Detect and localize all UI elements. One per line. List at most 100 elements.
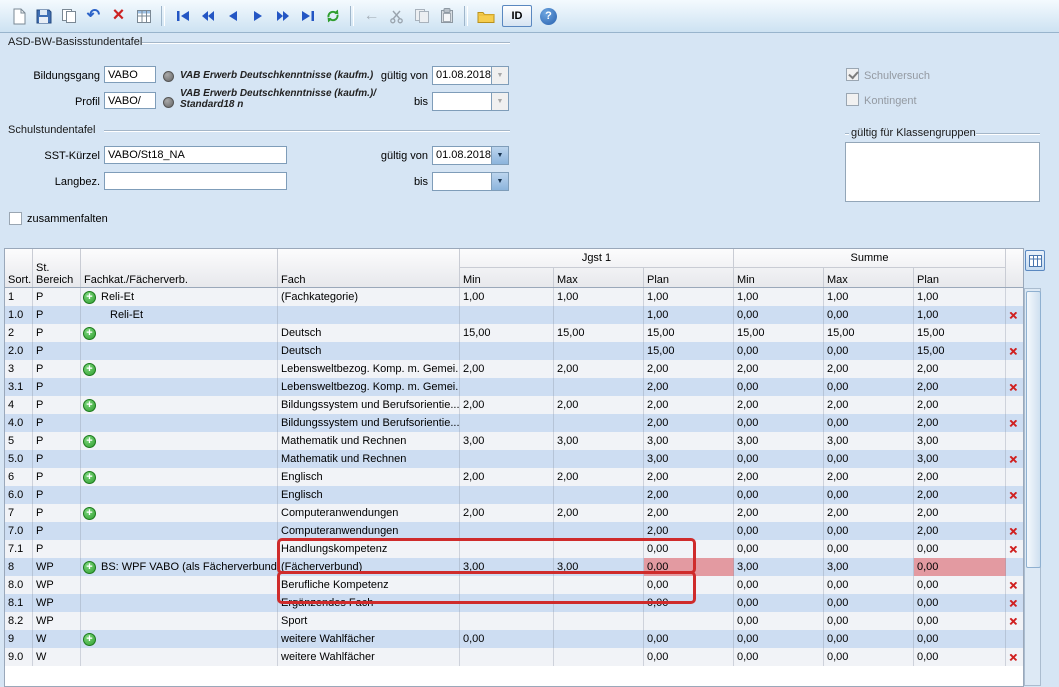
table-row[interactable]: 9W+weitere Wahlfächer0,000,000,000,000,0…	[5, 630, 1023, 648]
back-button[interactable]: ←	[360, 5, 383, 28]
sst-gueltig-von-dropdown[interactable]: 01.08.2018 ▼	[432, 146, 509, 165]
table-row[interactable]: 7P+Computeranwendungen2,002,002,002,002,…	[5, 504, 1023, 522]
nav-next-fast-button[interactable]	[271, 5, 294, 28]
table-row[interactable]: 8.1WPErgänzendes Fach0,000,000,000,00×	[5, 594, 1023, 612]
id-button[interactable]: ID	[502, 5, 532, 27]
table-row[interactable]: 7.1PHandlungskompetenz0,000,000,000,00×	[5, 540, 1023, 558]
scrollbar-thumb[interactable]	[1026, 291, 1041, 568]
cell-jplan: 2,00	[644, 360, 734, 378]
table-row[interactable]: 6.0PEnglisch2,000,000,002,00×	[5, 486, 1023, 504]
delete-row-icon[interactable]: ×	[1009, 649, 1017, 665]
table-row[interactable]: 8.0WPBerufliche Kompetenz0,000,000,000,0…	[5, 576, 1023, 594]
folder-button[interactable]	[474, 5, 497, 28]
table-row[interactable]: 7.0PComputeranwendungen2,000,000,002,00×	[5, 522, 1023, 540]
column-config-button[interactable]	[1025, 250, 1045, 271]
table-row[interactable]: 1P+Reli-Et(Fachkategorie)1,001,001,001,0…	[5, 288, 1023, 306]
table-row[interactable]: 2P+Deutsch15,0015,0015,0015,0015,0015,00	[5, 324, 1023, 342]
cell-del: ×	[1006, 648, 1025, 666]
zusammenfalten-checkbox[interactable]	[9, 212, 22, 225]
delete-row-icon[interactable]: ×	[1009, 577, 1017, 593]
delete-row-icon[interactable]: ×	[1009, 487, 1017, 503]
expand-icon[interactable]: +	[83, 561, 96, 574]
toolbar-separator	[464, 6, 468, 26]
undo-button[interactable]: ↶	[82, 5, 105, 28]
gueltig-von-value: 01.08.2018	[433, 67, 491, 84]
header-summe-min[interactable]: Min	[734, 268, 824, 287]
cell-expand	[81, 648, 98, 666]
folder-icon	[477, 9, 495, 24]
cell-bereich: P	[33, 378, 81, 396]
delete-row-icon[interactable]: ×	[1009, 307, 1017, 323]
klassengruppen-listbox[interactable]	[845, 142, 1040, 202]
table-row[interactable]: 8WP+BS: WPF VABO (als Fächerverbund)(Fäc…	[5, 558, 1023, 576]
help-button[interactable]: ?	[537, 5, 560, 28]
chevron-down-icon[interactable]: ▼	[491, 147, 508, 164]
table-row[interactable]: 1.0PReli-Et1,000,000,001,00×	[5, 306, 1023, 324]
expand-icon[interactable]: +	[83, 327, 96, 340]
table-row[interactable]: 8.2WPSport0,000,000,00×	[5, 612, 1023, 630]
chevron-down-icon[interactable]: ▼	[491, 173, 508, 190]
vertical-scrollbar[interactable]	[1024, 288, 1041, 686]
nav-first-button[interactable]	[171, 5, 194, 28]
cell-splan: 2,00	[914, 486, 1006, 504]
copy-clipboard-button[interactable]	[410, 5, 433, 28]
cut-button[interactable]	[385, 5, 408, 28]
header-fachkat[interactable]: Fachkat./Fächerverb.	[81, 249, 278, 287]
delete-row-icon[interactable]: ×	[1009, 451, 1017, 467]
table-row[interactable]: 5.0PMathematik und Rechnen3,000,000,003,…	[5, 450, 1023, 468]
cell-smin: 1,00	[734, 288, 824, 306]
delete-row-icon[interactable]: ×	[1009, 613, 1017, 629]
table-row[interactable]: 9.0Wweitere Wahlfächer0,000,000,000,00×	[5, 648, 1023, 666]
profil-input[interactable]	[104, 92, 156, 109]
bildungsgang-label: Bildungsgang	[8, 70, 100, 82]
cell-sort: 2.0	[5, 342, 33, 360]
expand-icon[interactable]: +	[83, 363, 96, 376]
cell-fachkat	[98, 414, 278, 432]
save-button[interactable]	[32, 5, 55, 28]
table-row[interactable]: 3P+Lebensweltbezog. Komp. m. Gemei...2,0…	[5, 360, 1023, 378]
table-row[interactable]: 4.0PBildungssystem und Berufsorientie...…	[5, 414, 1023, 432]
header-summe-plan[interactable]: Plan	[914, 268, 1006, 287]
table-row[interactable]: 4P+Bildungssystem und Berufsorientie...2…	[5, 396, 1023, 414]
nav-last-button[interactable]	[296, 5, 319, 28]
expand-icon[interactable]: +	[83, 399, 96, 412]
table-row[interactable]: 6P+Englisch2,002,002,002,002,002,00	[5, 468, 1023, 486]
table-row[interactable]: 3.1PLebensweltbezog. Komp. m. Gemei...2,…	[5, 378, 1023, 396]
sst-bis-dropdown[interactable]: ▼	[432, 172, 509, 191]
expand-icon[interactable]: +	[83, 633, 96, 646]
datasheet-button[interactable]	[132, 5, 155, 28]
delete-row-icon[interactable]: ×	[1009, 379, 1017, 395]
paste-button[interactable]	[435, 5, 458, 28]
cell-smax: 0,00	[824, 342, 914, 360]
nav-prev-button[interactable]	[221, 5, 244, 28]
langbez-input[interactable]	[104, 172, 287, 190]
delete-row-icon[interactable]: ×	[1009, 415, 1017, 431]
nav-prev-fast-button[interactable]	[196, 5, 219, 28]
delete-row-icon[interactable]: ×	[1009, 541, 1017, 557]
copy-record-button[interactable]	[57, 5, 80, 28]
expand-icon[interactable]: +	[83, 291, 96, 304]
delete-row-icon[interactable]: ×	[1009, 343, 1017, 359]
nav-next-button[interactable]	[246, 5, 269, 28]
table-row[interactable]: 2.0PDeutsch15,000,000,0015,00×	[5, 342, 1023, 360]
header-fach[interactable]: Fach	[278, 249, 460, 287]
new-record-button[interactable]	[7, 5, 30, 28]
header-st-bereich[interactable]: St.Bereich	[33, 249, 81, 287]
expand-icon[interactable]: +	[83, 471, 96, 484]
expand-icon[interactable]: +	[83, 435, 96, 448]
header-jgst-plan[interactable]: Plan	[644, 268, 734, 287]
header-jgst-min[interactable]: Min	[460, 268, 554, 287]
header-jgst-max[interactable]: Max	[554, 268, 644, 287]
delete-row-icon[interactable]: ×	[1009, 595, 1017, 611]
header-summe-max[interactable]: Max	[824, 268, 914, 287]
sst-kuerzel-input[interactable]	[104, 146, 287, 164]
header-sort[interactable]: Sort.	[5, 249, 33, 287]
refresh-button[interactable]	[321, 5, 344, 28]
delete-record-button[interactable]: ×	[107, 5, 130, 28]
cell-sort: 9	[5, 630, 33, 648]
expand-icon[interactable]: +	[83, 507, 96, 520]
delete-row-icon[interactable]: ×	[1009, 523, 1017, 539]
bildungsgang-input[interactable]	[104, 66, 156, 83]
table-row[interactable]: 5P+Mathematik und Rechnen3,003,003,003,0…	[5, 432, 1023, 450]
cell-jmin	[460, 486, 554, 504]
